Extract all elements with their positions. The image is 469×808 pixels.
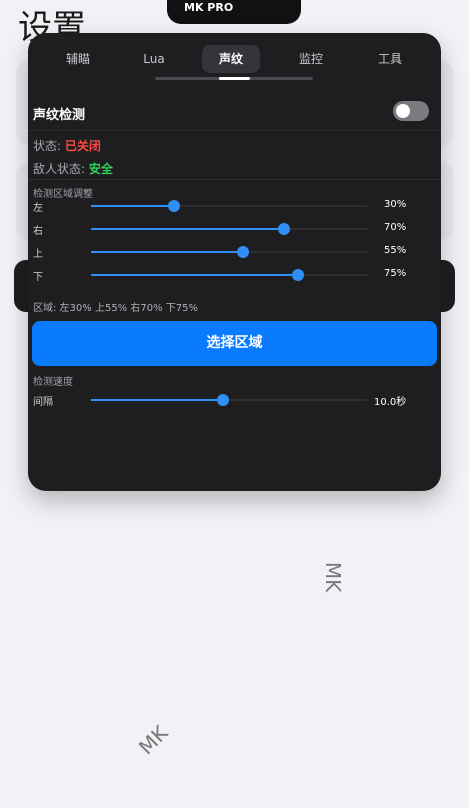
divider — [28, 179, 441, 180]
slider-thumb[interactable] — [278, 223, 291, 235]
tab-monitor[interactable]: 监控 — [281, 45, 341, 73]
dynamic-island: MK PRO — [167, 0, 301, 24]
status-value: 已关闭 — [64, 139, 101, 153]
tab-aim[interactable]: 辅瞄 — [48, 45, 108, 73]
enemy-status-row: 敌人状态: 安全 — [33, 160, 113, 177]
slider-fill — [91, 274, 298, 276]
enemy-status-value: 安全 — [88, 162, 113, 176]
slider-value-bottom: 75% — [384, 268, 407, 279]
region-summary: 区域: 左30% 上55% 右70% 下75% — [33, 303, 198, 314]
slider-label-bottom: 下 — [33, 272, 43, 283]
slider-fill — [91, 228, 285, 230]
slider-fill — [91, 251, 243, 253]
voiceprint-toggle[interactable] — [393, 101, 429, 121]
tab-tools[interactable]: 工具 — [360, 45, 420, 73]
slider-fill — [91, 399, 224, 401]
status-row: 状态: 已关闭 — [33, 137, 101, 154]
region-slider-left[interactable] — [91, 200, 367, 212]
slider-label-left: 左 — [33, 203, 43, 214]
divider — [28, 130, 441, 131]
region-slider-bottom[interactable] — [91, 269, 367, 281]
slider-label-right: 右 — [33, 226, 43, 237]
slider-label-top: 上 — [33, 249, 43, 260]
status-label: 状态: — [33, 139, 62, 153]
slider-value-right: 70% — [384, 222, 407, 233]
region-slider-top[interactable] — [91, 246, 367, 258]
slider-thumb[interactable] — [236, 246, 249, 258]
speed-section-title: 检测速度 — [33, 377, 73, 388]
watermark: MK — [321, 561, 346, 593]
toggle-knob — [396, 104, 410, 118]
slider-thumb[interactable] — [217, 394, 230, 406]
slider-thumb[interactable] — [167, 200, 180, 212]
interval-value: 10.0秒 — [374, 397, 407, 408]
region-section-title: 检测区域调整 — [33, 189, 93, 200]
slider-thumb[interactable] — [292, 269, 304, 281]
region-slider-right[interactable] — [91, 223, 367, 235]
slider-value-left: 30% — [384, 199, 407, 210]
tab-lua[interactable]: Lua — [124, 45, 184, 73]
tab-bar: 辅瞄 Lua 声纹 监控 工具 — [28, 45, 441, 75]
settings-panel: 辅瞄 Lua 声纹 监控 工具 声纹检测 状态: 已关闭 敌人状态: 安全 检测… — [28, 33, 441, 491]
app-name: MK PRO — [184, 1, 234, 14]
slider-fill — [91, 205, 174, 207]
tab-active-indicator — [219, 77, 250, 80]
interval-label: 间隔 — [33, 397, 53, 408]
voiceprint-title: 声纹检测 — [33, 108, 86, 123]
slider-value-top: 55% — [384, 245, 407, 256]
watermark: MK — [133, 720, 173, 760]
enemy-status-label: 敌人状态: — [33, 162, 86, 176]
tab-voiceprint[interactable]: 声纹 — [202, 45, 260, 73]
select-region-button[interactable]: 选择区域 — [32, 321, 437, 366]
interval-slider[interactable] — [91, 394, 367, 406]
